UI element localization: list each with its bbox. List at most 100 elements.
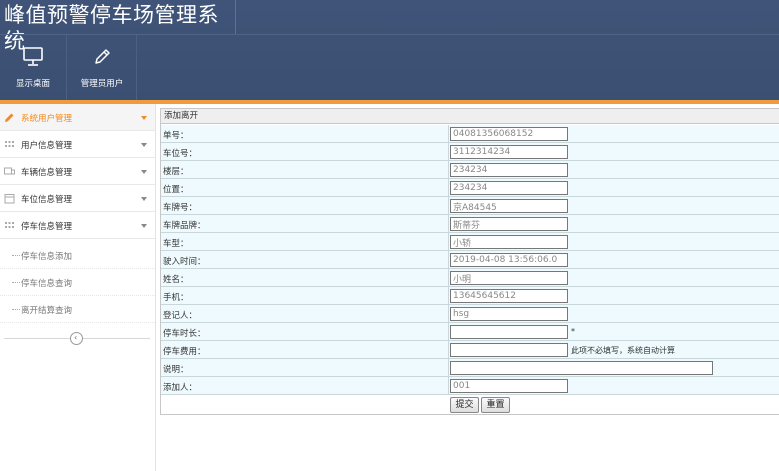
add-leave-form: 添加离开 单号： 车位号： 楼层： 位置： 车牌号： 车牌品牌： 车型： 驶入时间： 姓名： 手机… <box>160 108 779 415</box>
chevron-down-icon <box>141 224 147 228</box>
form-row: 车牌号： <box>161 197 779 215</box>
tree-dash <box>12 255 20 256</box>
sidebar-item-user-info[interactable]: 用户信息管理 <box>0 131 155 158</box>
field-input[interactable] <box>450 361 713 375</box>
pencil-icon <box>5 113 14 122</box>
field-label: 停车时长： <box>163 329 206 339</box>
cell-divider <box>448 233 449 250</box>
field-label: 停车费用： <box>163 347 206 357</box>
toolbar-divider <box>136 35 137 101</box>
cell-divider <box>448 305 449 322</box>
sidebar-subitem-label: 停车信息添加 <box>21 252 73 262</box>
form-row: 车位号： <box>161 143 779 161</box>
submit-button[interactable]: 提交 <box>450 397 479 413</box>
sidebar-item-label: 系统用户管理 <box>21 114 73 124</box>
form-row: 楼层： <box>161 161 779 179</box>
field-label: 添加人： <box>163 383 198 393</box>
form-row: 位置： <box>161 179 779 197</box>
sidebar-item-label: 车位信息管理 <box>21 195 73 205</box>
reset-button[interactable]: 重置 <box>481 397 510 413</box>
sidebar-item-parking-info[interactable]: 停车信息管理 <box>0 212 155 239</box>
cell-divider <box>448 179 449 196</box>
field-label: 说明： <box>163 365 189 375</box>
chevron-down-icon <box>141 170 147 174</box>
form-row: 单号： <box>161 125 779 143</box>
admin-user-label: 管理员用户 <box>80 79 124 89</box>
field-label: 姓名： <box>163 275 189 285</box>
chevron-down-icon <box>141 197 147 201</box>
cell-divider <box>448 161 449 178</box>
sidebar-item-parking-space-info[interactable]: 车位信息管理 <box>0 185 155 212</box>
form-row: 姓名： <box>161 269 779 287</box>
cell-divider <box>448 251 449 268</box>
pencil-icon <box>95 49 110 64</box>
monitor-icon <box>23 47 43 66</box>
form-row: 手机： <box>161 287 779 305</box>
sidebar-subitem-label: 离开结算查询 <box>21 306 73 316</box>
field-label: 车型： <box>163 239 189 249</box>
field-label: 单号： <box>163 131 189 141</box>
grid-icon <box>5 222 14 228</box>
field-input[interactable] <box>450 253 568 267</box>
form-row: 添加人： <box>161 377 779 395</box>
header: 峰值预警停车场管理系统 显示桌面 管理员用户 <box>0 0 779 101</box>
form-row: 车牌品牌： <box>161 215 779 233</box>
field-input[interactable] <box>450 325 568 339</box>
form-row: 停车时长： * <box>161 323 779 341</box>
show-desktop-label: 显示桌面 <box>15 79 50 89</box>
field-input[interactable] <box>450 271 568 285</box>
cell-divider <box>448 215 449 232</box>
field-note: 此项不必填写，系统自动计算 <box>571 346 675 355</box>
collapse-sidebar-button[interactable]: ‹ <box>70 332 83 345</box>
field-label: 登记人： <box>163 311 198 321</box>
tree-dash <box>12 282 20 283</box>
cell-divider <box>448 377 449 394</box>
form-row: 车型： <box>161 233 779 251</box>
cell-divider <box>448 269 449 286</box>
field-input[interactable] <box>450 181 568 195</box>
admin-user-button[interactable]: 管理员用户 <box>68 35 136 101</box>
toolbar-divider <box>66 35 67 101</box>
sidebar-subitem-add-parking[interactable]: 停车信息添加 <box>0 242 155 269</box>
cell-divider <box>448 143 449 160</box>
field-note: * <box>571 327 575 336</box>
show-desktop-button[interactable]: 显示桌面 <box>0 35 66 101</box>
cell-divider <box>448 323 449 340</box>
tree-dash <box>12 309 20 310</box>
sidebar-item-label: 停车信息管理 <box>21 222 73 232</box>
cell-divider <box>448 197 449 214</box>
sidebar-subitem-leave-settlement[interactable]: 离开结算查询 <box>0 296 155 323</box>
field-input[interactable] <box>450 235 568 249</box>
field-label: 车牌品牌： <box>163 221 206 231</box>
chevron-down-icon <box>141 143 147 147</box>
field-input[interactable] <box>450 307 568 321</box>
field-label: 车牌号： <box>163 203 198 213</box>
form-row: 驶入时间： <box>161 251 779 269</box>
field-input[interactable] <box>450 379 568 393</box>
form-row: 停车费用： 此项不必填写，系统自动计算 <box>161 341 779 359</box>
sidebar-item-label: 车辆信息管理 <box>21 168 73 178</box>
form-row: 登记人： <box>161 305 779 323</box>
sidebar-item-vehicle-info[interactable]: 车辆信息管理 <box>0 158 155 185</box>
field-label: 手机： <box>163 293 189 303</box>
chevron-left-icon: ‹ <box>74 333 78 342</box>
field-input[interactable] <box>450 343 568 357</box>
field-label: 驶入时间： <box>163 257 206 267</box>
sidebar-item-system-users[interactable]: 系统用户管理 <box>0 104 155 131</box>
field-input[interactable] <box>450 217 568 231</box>
sidebar-item-label: 用户信息管理 <box>21 141 73 151</box>
field-input[interactable] <box>450 145 568 159</box>
cell-divider <box>448 341 449 358</box>
toolbar: 显示桌面 管理员用户 <box>0 34 779 101</box>
field-input[interactable] <box>450 163 568 177</box>
field-label: 位置： <box>163 185 189 195</box>
calendar-icon <box>4 194 15 204</box>
form-title: 添加离开 <box>161 109 779 124</box>
field-input[interactable] <box>450 199 568 213</box>
sidebar-subitem-query-parking[interactable]: 停车信息查询 <box>0 269 155 296</box>
cell-divider <box>448 359 449 376</box>
field-input[interactable] <box>450 289 568 303</box>
title-bar: 峰值预警停车场管理系统 <box>0 0 234 53</box>
field-label: 楼层： <box>163 167 189 177</box>
field-input[interactable] <box>450 127 568 141</box>
